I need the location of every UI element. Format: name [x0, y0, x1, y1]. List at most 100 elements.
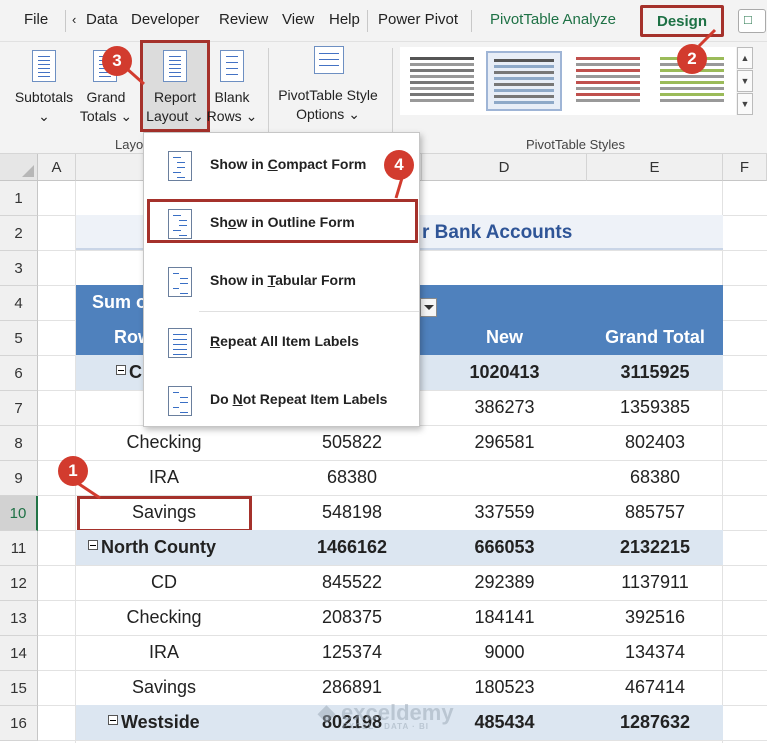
cell-value: 467414	[624, 677, 686, 697]
menu-item-repeat-labels[interactable]: Repeat All Item Labels	[144, 316, 419, 368]
blank-rows-label-1: Blank	[214, 89, 250, 105]
row-header-selected[interactable]: 10	[0, 496, 38, 531]
cell-value: 392516	[624, 607, 686, 627]
row-header[interactable]: 5	[0, 321, 38, 356]
excel-window: { "menubar": { "file": "File", "scroll_l…	[0, 0, 767, 743]
tab-help[interactable]: Help	[329, 11, 360, 28]
style-swatch-red[interactable]	[570, 51, 646, 111]
gallery-up-icon[interactable]: ▲	[737, 47, 753, 69]
report-layout-menu: Show in Compact Form Show in Outline For…	[143, 132, 420, 427]
callout-arrow-1	[75, 480, 101, 500]
menu-divider	[199, 311, 419, 312]
region-label: Westside	[108, 705, 200, 740]
row-label: IRA	[148, 642, 179, 662]
row-header[interactable]: 15	[0, 671, 38, 706]
exceldemy-watermark: ◆ exceldemy EXCEL · DATA · BI	[318, 700, 454, 731]
row-header[interactable]: 9	[0, 461, 38, 496]
pivottable-styles-group-label: PivotTable Styles	[526, 137, 625, 152]
menu-item-compact-form[interactable]: Show in Compact Form	[144, 139, 419, 191]
cell-value: 548198	[321, 502, 383, 522]
row-header[interactable]: 12	[0, 566, 38, 601]
gallery-more-icon[interactable]: ▼	[737, 93, 753, 115]
row-header[interactable]: 11	[0, 531, 38, 566]
tab-data[interactable]: Data	[86, 11, 118, 28]
comments-button[interactable]: □	[738, 9, 766, 33]
cell-value: 1466162	[316, 537, 388, 557]
region-label-text: C	[129, 362, 142, 382]
cell-value: 1020413	[469, 362, 540, 382]
gallery-down-icon[interactable]: ▼	[737, 70, 753, 92]
row-header[interactable]: 1	[0, 181, 38, 216]
row-header[interactable]: 13	[0, 601, 38, 636]
cell-value: 1359385	[619, 397, 691, 417]
cell-value: 9000	[484, 642, 525, 662]
column-filter-dropdown-button[interactable]	[420, 298, 437, 317]
pivottable-style-options-button[interactable]: PivotTable Style Options ⌄	[272, 86, 384, 124]
cell-value: 3115925	[620, 362, 690, 382]
cell-value: 296581	[474, 432, 535, 452]
blank-rows-icon	[220, 50, 244, 82]
row-header[interactable]: 16	[0, 706, 38, 741]
collapse-icon[interactable]	[108, 715, 118, 726]
row-label: CD	[151, 572, 177, 592]
callout-arrow-3	[125, 66, 145, 86]
tab-power-pivot[interactable]: Power Pivot	[378, 11, 458, 28]
column-header-a[interactable]: A	[38, 154, 76, 181]
header-grand-total: Grand Total	[605, 327, 705, 347]
row-header[interactable]: 3	[0, 251, 38, 286]
cell-value: 68380	[629, 467, 681, 487]
column-header-f[interactable]: F	[723, 154, 767, 181]
cell-value: 505822	[321, 432, 383, 452]
cell-value: 292389	[474, 572, 535, 592]
menu-item-do-not-repeat-labels[interactable]: Do Not Repeat Item Labels	[144, 374, 419, 426]
tabular-form-icon	[168, 267, 192, 297]
cell-value: 1287632	[619, 712, 691, 732]
style-swatch-gray[interactable]	[404, 51, 480, 111]
divider	[471, 10, 472, 32]
tab-developer[interactable]: Developer	[131, 11, 199, 28]
menu-item-tabular-form[interactable]: Show in Tabular Form	[144, 255, 419, 307]
grand-totals-button[interactable]: Grand Totals ⌄	[76, 88, 136, 126]
row-header[interactable]: 14	[0, 636, 38, 671]
row-header[interactable]: 6	[0, 356, 38, 391]
style-options-label-2: Options ⌄	[296, 106, 360, 122]
tab-pivottable-analyze[interactable]: PivotTable Analyze	[490, 11, 616, 28]
ribbon-tab-bar: File ‹ Data Developer Review View Help P…	[0, 0, 767, 42]
comment-icon: □	[744, 12, 752, 27]
callout-arrow-4	[394, 177, 404, 199]
chevron-down-icon: ⌄	[38, 108, 50, 124]
row-header[interactable]: 7	[0, 391, 38, 426]
cell-value: 337559	[474, 502, 535, 522]
region-label: North County	[88, 530, 216, 565]
row-header[interactable]: 4	[0, 286, 38, 321]
subtotals-button[interactable]: Subtotals ⌄	[8, 88, 80, 126]
repeat-labels-icon	[168, 328, 192, 358]
region-label-text: Westside	[121, 712, 200, 732]
tab-file[interactable]: File	[24, 11, 48, 28]
column-header-e[interactable]: E	[587, 154, 723, 181]
gallery-scroll: ▲ ▼ ▼	[737, 47, 753, 115]
cell-value: 134374	[624, 642, 686, 662]
report-layout-label: Report Layout ⌄	[140, 88, 210, 126]
divider	[367, 10, 368, 32]
divider	[65, 10, 66, 32]
collapse-icon[interactable]	[116, 365, 126, 376]
row-header[interactable]: 2	[0, 216, 38, 251]
cell-value: 208375	[321, 607, 383, 627]
blank-rows-button[interactable]: Blank Rows ⌄	[206, 88, 258, 126]
style-swatch-blue-selected[interactable]	[486, 51, 562, 111]
menu-item-label: Repeat All Item Labels	[210, 333, 359, 349]
column-header-d[interactable]: D	[422, 154, 587, 181]
cell-value: 802403	[624, 432, 686, 452]
row-header[interactable]: 8	[0, 426, 38, 461]
callout-arrow-2	[697, 28, 717, 48]
report-layout-icon	[163, 50, 187, 82]
select-all-corner[interactable]	[0, 154, 38, 181]
cell-value: 68380	[326, 467, 378, 487]
collapse-icon[interactable]	[88, 540, 98, 551]
compact-form-icon	[168, 151, 192, 181]
tab-review[interactable]: Review	[219, 11, 268, 28]
tab-view[interactable]: View	[282, 11, 314, 28]
style-options-label-1: PivotTable Style	[278, 87, 378, 103]
tab-scroll-left-button[interactable]: ‹	[72, 12, 76, 27]
